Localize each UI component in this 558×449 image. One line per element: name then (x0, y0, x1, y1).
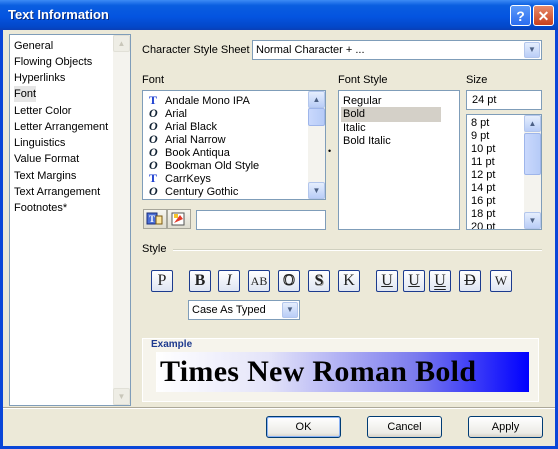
char-style-label: Character Style Sheet (142, 44, 250, 56)
font-search-input[interactable] (196, 210, 326, 230)
style-divider (173, 249, 542, 251)
char-style-dropdown[interactable]: Normal Character + ... ▼ (252, 40, 542, 60)
scroll-up-icon[interactable]: ▲ (524, 115, 541, 132)
font-item-arial-narrow[interactable]: O Arial Narrow (149, 133, 226, 147)
sidebar-item-linguistics[interactable]: Linguistics (14, 135, 65, 151)
case-dropdown[interactable]: Case As Typed ▼ (188, 300, 300, 320)
sidebar-item-general[interactable]: General (14, 38, 53, 54)
scroll-down-icon[interactable]: ▼ (524, 212, 541, 229)
font-item-carrkeys[interactable]: T CarrKeys (149, 172, 211, 186)
chevron-down-icon[interactable]: ▼ (524, 42, 540, 58)
scroll-down-icon[interactable]: ▼ (308, 182, 325, 199)
font-item-bookman[interactable]: O Bookman Old Style (149, 159, 259, 173)
dialog-body: General Flowing Objects Hyperlinks Font … (3, 30, 555, 446)
font-style-list[interactable]: Regular Bold Italic Bold Italic (338, 90, 460, 230)
font-filter-icon (171, 212, 185, 226)
shadow-style-button[interactable]: S (308, 270, 330, 292)
font-label: Font (142, 74, 165, 86)
example-label: Example (151, 339, 193, 350)
size-item[interactable]: 11 pt (471, 156, 495, 169)
size-list[interactable]: 8 pt 9 pt 10 pt 11 pt 12 pt 14 pt 16 pt … (466, 114, 542, 230)
sidebar-item-text-arrangement[interactable]: Text Arrangement (14, 184, 100, 200)
sidebar-item-hyperlinks[interactable]: Hyperlinks (14, 70, 65, 86)
small-caps-style-button[interactable]: AB (248, 270, 270, 292)
close-button[interactable]: ✕ (533, 5, 554, 26)
plain-style-button[interactable]: P (151, 270, 173, 292)
scroll-up-icon[interactable]: ▲ (113, 35, 130, 52)
font-item-andale-mono[interactable]: T Andale Mono IPA (149, 94, 250, 108)
font-style-bold-italic[interactable]: Bold Italic (341, 134, 441, 149)
word-style-button[interactable]: W (490, 270, 512, 292)
splitter-dot-icon: • (328, 146, 332, 156)
sidebar-item-footnotes[interactable]: Footnotes* (14, 200, 67, 216)
font-item-arial-black[interactable]: O Arial Black (149, 120, 217, 134)
underline-style-button[interactable]: U (376, 270, 398, 292)
font-item-century-gothic[interactable]: O Century Gothic (149, 184, 238, 199)
size-item[interactable]: 16 pt (471, 195, 495, 208)
font-style-label: Font Style (338, 74, 388, 86)
font-preview-icon: T (146, 212, 163, 225)
font-preview-button[interactable]: T (143, 209, 167, 229)
size-item[interactable]: 10 pt (471, 143, 495, 156)
font-item-book-antiqua[interactable]: O Book Antiqua (149, 146, 230, 160)
size-item[interactable]: 9 pt (471, 130, 489, 143)
svg-text:T: T (149, 214, 155, 224)
window-title: Text Information (8, 7, 109, 22)
bold-style-button[interactable]: B (189, 270, 211, 292)
size-input[interactable]: 24 pt (466, 90, 542, 110)
example-text: Times New Roman Bold (160, 355, 477, 388)
font-list-scrollbar[interactable]: ▲ ▼ (308, 91, 325, 199)
font-filter-button[interactable] (167, 209, 191, 229)
title-bar[interactable]: Text Information ? ✕ (0, 0, 558, 30)
cancel-button[interactable]: Cancel (367, 416, 442, 438)
size-label: Size (466, 74, 488, 86)
size-item[interactable]: 12 pt (471, 169, 495, 182)
chevron-down-icon[interactable]: ▼ (282, 302, 298, 318)
case-value: Case As Typed (192, 304, 266, 316)
ok-button[interactable]: OK (266, 416, 341, 438)
strikethrough-style-button[interactable]: D (459, 270, 481, 292)
word-underline-style-button[interactable]: U (403, 270, 425, 292)
size-item[interactable]: 14 pt (471, 182, 495, 195)
sidebar-scrollbar[interactable]: ▲ ▼ (113, 35, 130, 405)
sidebar-item-font[interactable]: Font (14, 86, 37, 102)
scroll-down-icon[interactable]: ▼ (113, 388, 130, 405)
size-item[interactable]: 20 pt (471, 221, 495, 229)
sidebar-item-letter-arrangement[interactable]: Letter Arrangement (14, 119, 108, 135)
double-underline-style-button[interactable]: U (429, 270, 451, 292)
apply-button[interactable]: Apply (468, 416, 543, 438)
sidebar-item-flowing-objects[interactable]: Flowing Objects (14, 54, 92, 70)
sidebar-item-text-margins[interactable]: Text Margins (14, 168, 76, 184)
scroll-thumb[interactable] (308, 108, 325, 126)
opentype-icon: O (149, 184, 158, 198)
dotted-style-button[interactable]: K (338, 270, 360, 292)
italic-style-button[interactable]: I (218, 270, 240, 292)
size-list-scrollbar[interactable]: ▲ ▼ (524, 115, 541, 229)
size-item[interactable]: 8 pt (471, 117, 489, 130)
help-button[interactable]: ? (510, 5, 531, 26)
sidebar-item-value-format[interactable]: Value Format (14, 151, 79, 167)
scroll-up-icon[interactable]: ▲ (308, 91, 325, 108)
scroll-thumb[interactable] (524, 133, 541, 175)
style-label: Style (142, 243, 167, 255)
outline-style-button[interactable]: O (278, 270, 300, 292)
font-list[interactable]: T Andale Mono IPA O Arial O Arial Black O Ar… (142, 90, 326, 200)
size-item[interactable]: 18 pt (471, 208, 495, 221)
dialog-window: Text Information ? ✕ General Flowing Obj… (0, 0, 558, 449)
button-separator (3, 407, 555, 409)
font-style-bold[interactable]: Bold (341, 107, 441, 122)
example-preview: Times New Roman Bold (156, 352, 529, 392)
char-style-value: Normal Character + ... (256, 44, 365, 56)
category-list[interactable]: General Flowing Objects Hyperlinks Font … (9, 34, 131, 406)
sidebar-item-letter-color[interactable]: Letter Color (14, 103, 71, 119)
